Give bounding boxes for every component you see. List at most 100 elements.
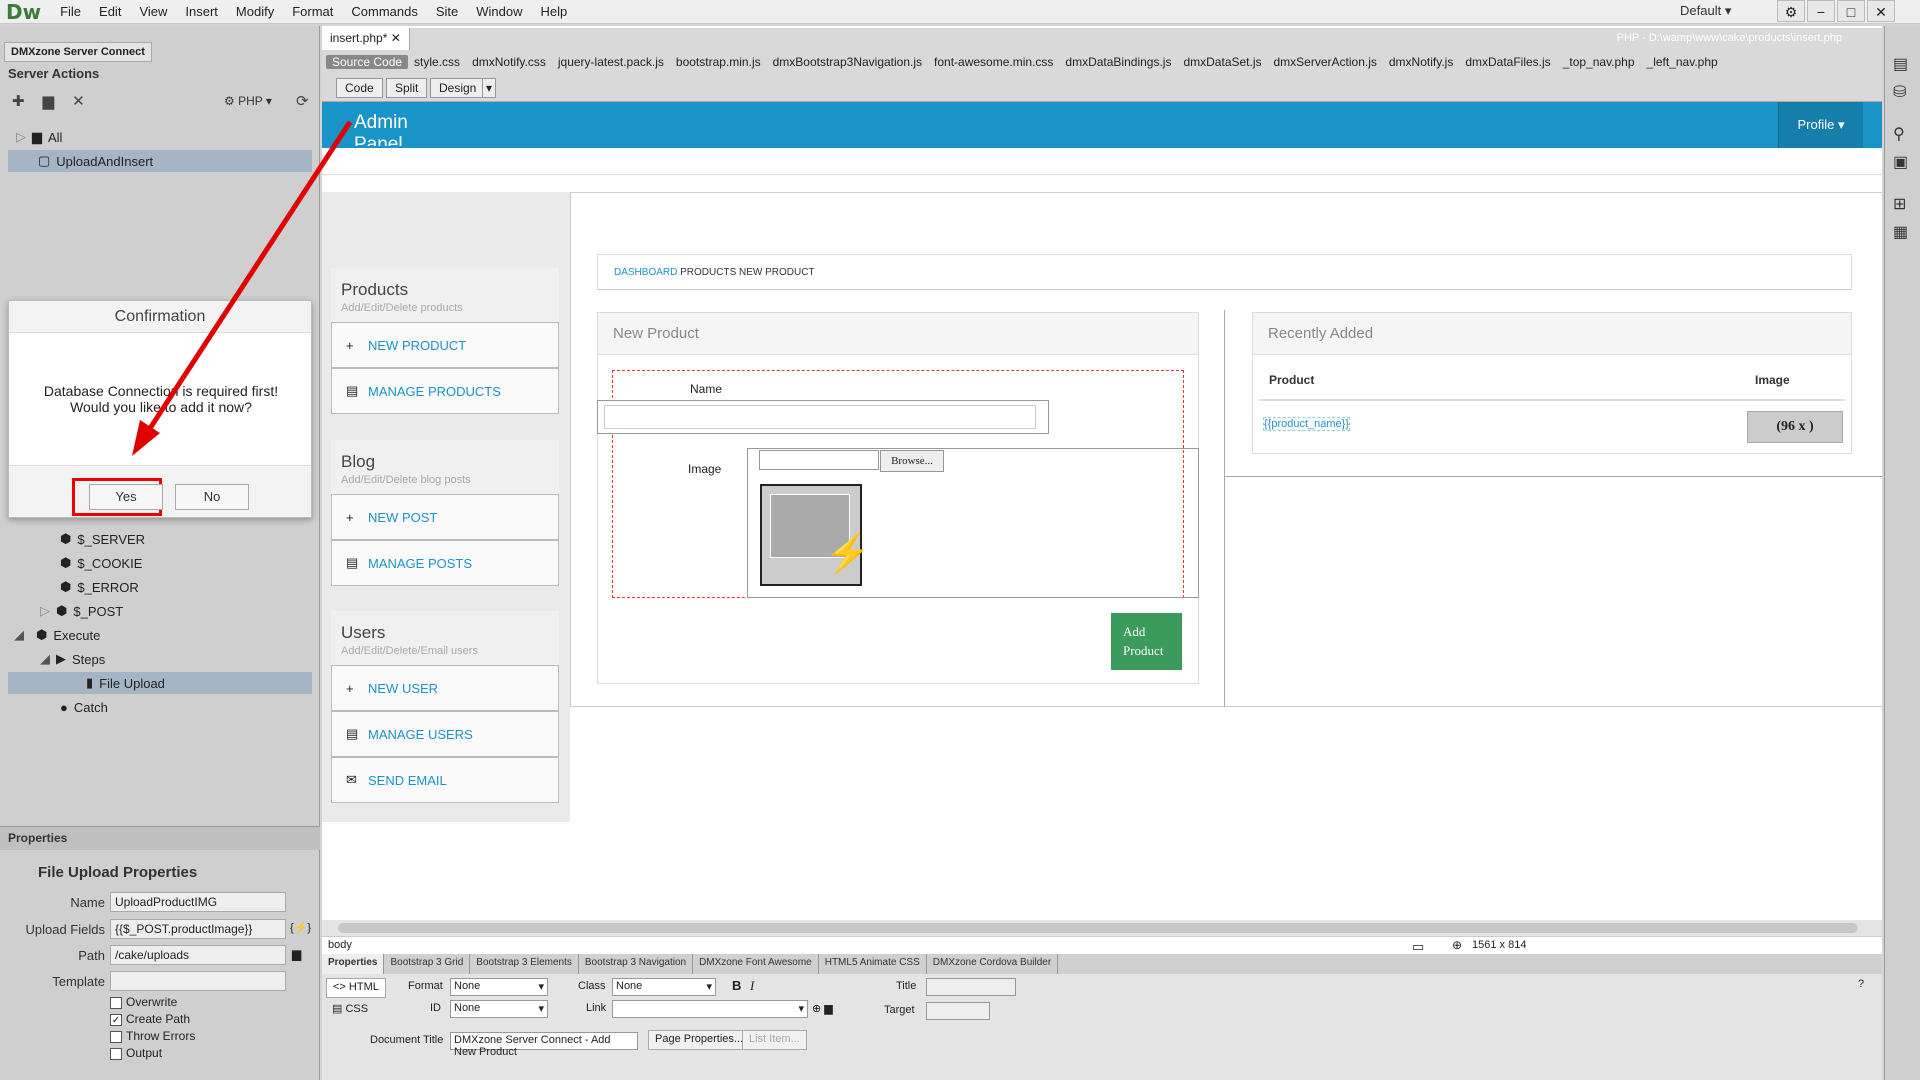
menu-commands[interactable]: Commands bbox=[342, 4, 426, 19]
throw-errors-checkbox[interactable]: Throw Errors bbox=[110, 1029, 195, 1043]
tree-item-all[interactable]: ▷ ▆ All bbox=[8, 126, 312, 148]
list-item-button[interactable]: List Item... bbox=[742, 1030, 807, 1050]
link-field[interactable]: ▾ bbox=[612, 1000, 808, 1018]
menu-format[interactable]: Format bbox=[283, 4, 342, 19]
code-view-button[interactable]: Code bbox=[336, 78, 383, 98]
menu-view[interactable]: View bbox=[130, 4, 176, 19]
sidebar-item-new-product[interactable]: + NEW PRODUCT bbox=[331, 322, 559, 368]
bold-button[interactable]: B bbox=[732, 978, 741, 993]
related-file[interactable]: dmxDataSet.js bbox=[1177, 55, 1267, 69]
tree-item-steps[interactable]: ◢ ▶ Steps bbox=[8, 648, 312, 670]
database-icon[interactable]: ⛁ bbox=[1893, 82, 1906, 102]
device-icon[interactable]: ▭ bbox=[1412, 939, 1424, 955]
link-target-icon[interactable]: ⊕ ▆ bbox=[812, 1002, 833, 1015]
menu-edit[interactable]: Edit bbox=[90, 4, 130, 19]
tree-item-error[interactable]: ⬢ $_ERROR bbox=[8, 576, 312, 598]
overwrite-checkbox[interactable]: Overwrite bbox=[110, 995, 177, 1009]
sidebar-item-manage-users[interactable]: ▤ MANAGE USERS bbox=[331, 711, 559, 757]
sidebar-item-new-user[interactable]: + NEW USER bbox=[331, 665, 559, 711]
upload-fields-field[interactable]: {{$_POST.productImage}} bbox=[110, 919, 286, 939]
maximize-button[interactable]: □ bbox=[1837, 0, 1865, 22]
related-file[interactable]: font-awesome.min.css bbox=[928, 55, 1059, 69]
design-view-button[interactable]: Design bbox=[430, 78, 486, 98]
related-file[interactable]: dmxServerAction.js bbox=[1268, 55, 1383, 69]
folder-browse-icon[interactable]: ▆ bbox=[292, 947, 301, 961]
tree-item-file-upload[interactable]: ▮ File Upload bbox=[8, 672, 312, 694]
search-icon[interactable]: ⚲ bbox=[1893, 124, 1905, 144]
tab-insert-php[interactable]: insert.php* ✕ bbox=[322, 28, 410, 50]
menu-file[interactable]: File bbox=[51, 4, 90, 19]
help-icon[interactable]: ? bbox=[1858, 978, 1864, 990]
page-properties-button[interactable]: Page Properties... bbox=[648, 1030, 751, 1050]
menu-insert[interactable]: Insert bbox=[176, 4, 227, 19]
menu-window[interactable]: Window bbox=[467, 4, 531, 19]
related-file[interactable]: jquery-latest.pack.js bbox=[552, 55, 670, 69]
tree-item-execute[interactable]: ◢ ⬢ Execute bbox=[8, 624, 312, 646]
tab-cordova-builder[interactable]: DMXzone Cordova Builder bbox=[927, 954, 1059, 974]
workspace-switcher[interactable]: Default ▾ bbox=[1680, 3, 1731, 19]
no-button[interactable]: No bbox=[175, 484, 249, 510]
css-mode-button[interactable]: ▤ CSS bbox=[326, 1000, 374, 1020]
horizontal-scrollbar[interactable] bbox=[322, 920, 1882, 936]
tree-item-uploadandinsert[interactable]: ▢ UploadAndInsert bbox=[8, 150, 312, 172]
create-path-checkbox[interactable]: ✓ Create Path bbox=[110, 1012, 190, 1026]
menu-site[interactable]: Site bbox=[427, 4, 467, 19]
italic-button[interactable]: I bbox=[750, 978, 754, 994]
tab-html5-animate[interactable]: HTML5 Animate CSS bbox=[819, 954, 927, 974]
related-file[interactable]: _left_nav.php bbox=[1641, 55, 1724, 69]
source-code-file[interactable]: Source Code bbox=[326, 55, 409, 69]
output-checkbox[interactable]: Output bbox=[110, 1046, 162, 1060]
assets-icon[interactable]: ▣ bbox=[1893, 152, 1908, 172]
html-mode-button[interactable]: <> HTML bbox=[326, 978, 386, 998]
sidebar-item-send-email[interactable]: ✉ SEND EMAIL bbox=[331, 757, 559, 803]
name-field[interactable]: UploadProductIMG bbox=[110, 892, 286, 912]
doc-title-field[interactable]: DMXzone Server Connect - Add New Product bbox=[450, 1032, 638, 1058]
related-file[interactable]: _top_nav.php bbox=[1557, 55, 1641, 69]
yes-button[interactable]: Yes bbox=[89, 484, 163, 510]
sidebar-item-manage-products[interactable]: ▤ MANAGE PRODUCTS bbox=[331, 368, 559, 414]
sidebar-item-new-post[interactable]: + NEW POST bbox=[331, 494, 559, 540]
globe-icon[interactable]: ⊕ bbox=[1452, 938, 1462, 952]
path-field[interactable]: /cake/uploads bbox=[110, 945, 286, 965]
browse-button[interactable]: Browse... bbox=[880, 450, 944, 472]
close-tab-icon[interactable]: ✕ bbox=[391, 31, 401, 45]
panel-tab-server-connect[interactable]: DMXzone Server Connect bbox=[4, 42, 152, 62]
window-size[interactable]: 1561 x 814 bbox=[1472, 939, 1526, 951]
lang-select[interactable]: ⚙ PHP ▾ bbox=[224, 94, 272, 108]
menu-help[interactable]: Help bbox=[532, 4, 577, 19]
sidebar-item-manage-posts[interactable]: ▤ MANAGE POSTS bbox=[331, 540, 559, 586]
target-select[interactable] bbox=[926, 1002, 990, 1020]
image-file-input[interactable] bbox=[759, 450, 879, 470]
title-field[interactable] bbox=[926, 978, 1016, 996]
tab-bootstrap-navigation[interactable]: Bootstrap 3 Navigation bbox=[579, 954, 694, 974]
refresh-icon[interactable]: ⟳ bbox=[296, 92, 309, 110]
admin-brand[interactable]: Admin Panel bbox=[354, 112, 434, 146]
sync-icon[interactable]: ⚙ bbox=[1777, 0, 1805, 22]
class-select[interactable]: None ▾ bbox=[612, 978, 716, 996]
tag-selector[interactable]: body bbox=[328, 939, 352, 951]
tree-item-catch[interactable]: ● Catch bbox=[8, 696, 312, 718]
related-file[interactable]: dmxDataBindings.js bbox=[1059, 55, 1177, 69]
sitemap-icon[interactable]: ⊞ bbox=[1893, 194, 1906, 214]
menu-modify[interactable]: Modify bbox=[227, 4, 283, 19]
tree-item-cookie[interactable]: ⬢ $_COOKIE bbox=[8, 552, 312, 574]
format-select[interactable]: None ▾ bbox=[450, 978, 548, 996]
snippets-icon[interactable]: ▦ bbox=[1893, 222, 1908, 242]
id-select[interactable]: None ▾ bbox=[450, 1000, 548, 1018]
tab-font-awesome[interactable]: DMXzone Font Awesome bbox=[693, 954, 819, 974]
tab-bootstrap-elements[interactable]: Bootstrap 3 Elements bbox=[470, 954, 579, 974]
related-file[interactable]: dmxDataFiles.js bbox=[1459, 55, 1556, 69]
related-file[interactable]: dmxNotify.js bbox=[1383, 55, 1459, 69]
close-button[interactable]: ✕ bbox=[1867, 0, 1895, 22]
binding-icon[interactable]: {⚡} bbox=[290, 921, 311, 934]
breadcrumb-dashboard[interactable]: DASHBOARD bbox=[614, 267, 677, 278]
tree-item-post[interactable]: ▷ ⬢ $_POST bbox=[8, 600, 312, 622]
minimize-button[interactable]: − bbox=[1807, 0, 1835, 22]
template-field[interactable] bbox=[110, 971, 286, 991]
related-file[interactable]: dmxNotify.css bbox=[466, 55, 552, 69]
tab-bootstrap-grid[interactable]: Bootstrap 3 Grid bbox=[384, 954, 471, 974]
view-dropdown[interactable]: ▾ bbox=[482, 78, 497, 98]
tab-properties[interactable]: Properties bbox=[322, 954, 385, 974]
related-file[interactable]: bootstrap.min.js bbox=[670, 55, 767, 69]
add-product-button[interactable]: Add Product bbox=[1111, 613, 1182, 670]
